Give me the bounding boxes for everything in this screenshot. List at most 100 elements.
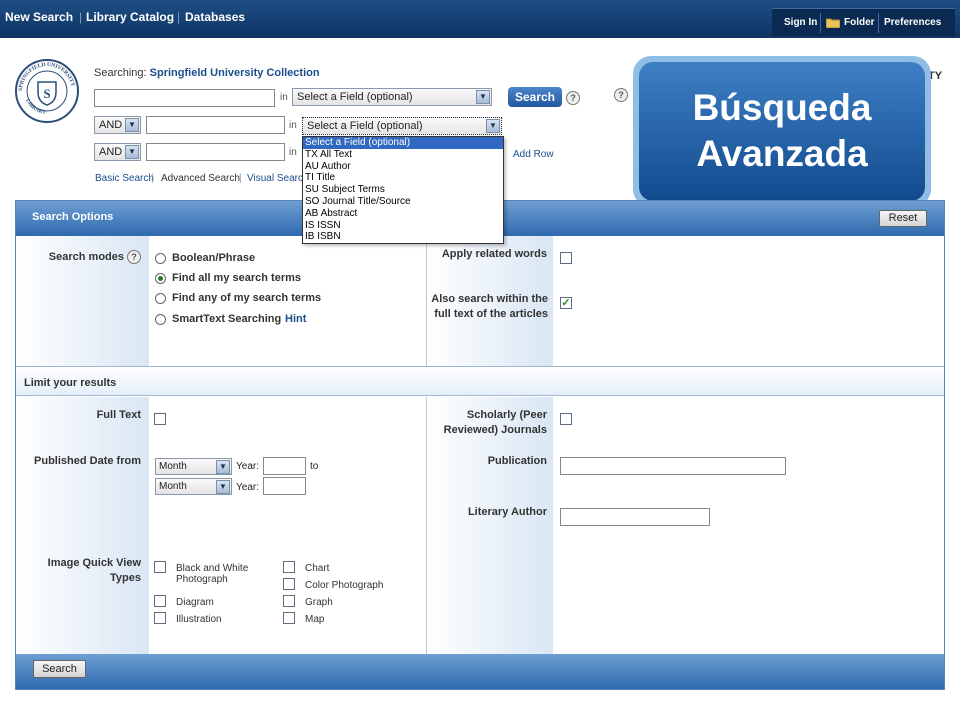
callout-title: Búsqueda Avanzada <box>639 62 925 201</box>
chevron-down-icon: ▼ <box>216 480 230 494</box>
folder-link[interactable]: Folder <box>844 17 875 28</box>
also-search-fulltext-checkbox[interactable] <box>560 297 572 309</box>
limit-results-title: Limit your results <box>24 377 117 389</box>
search-input-3[interactable] <box>146 143 285 161</box>
field-select-value: Select a Field (optional) <box>297 91 413 103</box>
mode-boolean-phrase[interactable]: Boolean/Phrase <box>172 252 255 264</box>
callout-line-1: Búsqueda <box>692 87 872 128</box>
sign-in-link[interactable]: Sign In <box>784 17 817 28</box>
chevron-down-icon: ▼ <box>476 90 490 104</box>
month-value: Month <box>159 481 187 492</box>
search-button[interactable]: Search <box>508 87 562 107</box>
radio-smarttext[interactable] <box>155 314 166 325</box>
basic-search-link[interactable]: Basic Search <box>95 173 154 184</box>
mode-find-any[interactable]: Find any of my search terms <box>172 292 321 304</box>
image-type-map-checkbox[interactable] <box>283 612 295 624</box>
apply-related-checkbox[interactable] <box>560 252 572 264</box>
dropdown-option-journal-title[interactable]: SO Journal Title/Source <box>303 196 503 208</box>
limit-results-header: Limit your results <box>16 366 944 396</box>
radio-boolean-phrase[interactable] <box>155 253 166 264</box>
published-date-label: Published Date from <box>34 455 141 467</box>
publication-label: Publication <box>487 455 547 467</box>
boolean-value: AND <box>99 146 123 158</box>
boolean-select-3[interactable]: AND ▼ <box>94 143 141 161</box>
also-search-label-line-1: Also search within the <box>431 293 548 305</box>
also-search-label: Also search within the full text of the … <box>428 292 548 322</box>
hint-link[interactable]: Hint <box>285 313 306 325</box>
month-value: Month <box>159 461 187 472</box>
radio-find-any[interactable] <box>155 293 166 304</box>
radio-find-all[interactable] <box>155 273 166 284</box>
nav-separator: | <box>79 10 83 24</box>
dropdown-option-all-text[interactable]: TX All Text <box>303 149 503 161</box>
image-type-color-photo-checkbox[interactable] <box>283 578 295 590</box>
searching-prefix: Searching: <box>94 67 147 79</box>
chevron-down-icon: ▼ <box>216 460 230 474</box>
image-type-illustration-checkbox[interactable] <box>154 612 166 624</box>
to-label: to <box>310 461 319 472</box>
dropdown-option-abstract[interactable]: AB Abstract <box>303 208 503 220</box>
boolean-value: AND <box>99 119 123 131</box>
dropdown-option-issn[interactable]: IS ISSN <box>303 220 503 232</box>
search-input-2[interactable] <box>146 116 285 134</box>
collection-name[interactable]: Springfield University Collection <box>150 67 320 79</box>
scholarly-checkbox[interactable] <box>560 413 572 425</box>
search-input-1[interactable] <box>94 89 275 107</box>
search-options-footer <box>16 654 944 689</box>
visual-search-link[interactable]: Visual Search <box>247 173 309 184</box>
chevron-down-icon: ▼ <box>125 118 139 132</box>
also-search-label-line-2: full text of the articles <box>434 308 548 320</box>
image-type-color-photo-label: Color Photograph <box>305 580 384 591</box>
user-tools: Sign In Folder Preferences <box>772 8 955 36</box>
image-type-chart-label: Chart <box>305 563 330 574</box>
add-row-link[interactable]: Add Row <box>513 149 554 160</box>
mode-smarttext[interactable]: SmartText Searching <box>172 313 281 325</box>
image-type-graph-checkbox[interactable] <box>283 595 295 607</box>
reset-button[interactable]: Reset <box>879 210 927 227</box>
limits-left-label-column <box>16 397 149 654</box>
image-type-diagram-checkbox[interactable] <box>154 595 166 607</box>
help-icon[interactable]: ? <box>614 88 628 102</box>
in-label: in <box>280 92 288 103</box>
field-select-value: Select a Field (optional) <box>307 120 423 132</box>
published-year-to[interactable] <box>263 477 306 495</box>
published-month-to[interactable]: Month ▼ <box>155 478 232 495</box>
searching-label: Searching: Springfield University Collec… <box>94 67 320 79</box>
boolean-select-2[interactable]: AND ▼ <box>94 116 141 134</box>
svg-text:S: S <box>43 86 50 101</box>
callout-line-2: Avanzada <box>696 133 868 174</box>
dropdown-option-isbn[interactable]: IB ISBN <box>303 231 503 243</box>
dropdown-option-author[interactable]: AU Author <box>303 161 503 173</box>
published-year-from[interactable] <box>263 457 306 475</box>
scholarly-label-line-2: Reviewed) Journals <box>443 424 547 436</box>
nav-databases[interactable]: Databases <box>185 10 245 24</box>
nav-library-catalog[interactable]: Library Catalog <box>86 10 174 24</box>
in-label: in <box>289 147 297 158</box>
full-text-checkbox[interactable] <box>154 413 166 425</box>
image-type-map-label: Map <box>305 614 325 625</box>
image-quick-view-label-line-2: Types <box>110 572 141 584</box>
scholarly-label-line-1: Scholarly (Peer <box>466 409 547 421</box>
image-type-illustration-label: Illustration <box>176 614 222 625</box>
mode-find-all[interactable]: Find all my search terms <box>172 272 301 284</box>
footer-search-button[interactable]: Search <box>33 660 86 678</box>
dropdown-option-subject-terms[interactable]: SU Subject Terms <box>303 184 503 196</box>
year-label: Year: <box>236 482 259 493</box>
field-select-2[interactable]: Select a Field (optional) ▼ <box>302 117 502 135</box>
advanced-search-link[interactable]: Advanced Search <box>161 173 240 184</box>
image-type-graph-label: Graph <box>305 597 333 608</box>
publication-input[interactable] <box>560 457 786 475</box>
help-icon[interactable]: ? <box>127 250 141 264</box>
year-label: Year: <box>236 461 259 472</box>
bw-label-line-2: Photograph <box>176 574 228 585</box>
field-select-1[interactable]: Select a Field (optional) ▼ <box>292 88 492 106</box>
help-icon[interactable]: ? <box>566 91 580 105</box>
image-type-chart-checkbox[interactable] <box>283 561 295 573</box>
preferences-link[interactable]: Preferences <box>884 17 941 28</box>
literary-author-input[interactable] <box>560 508 710 526</box>
dropdown-option-select-field[interactable]: Select a Field (optional) <box>303 137 503 149</box>
nav-new-search[interactable]: New Search <box>5 10 73 24</box>
published-month-from[interactable]: Month ▼ <box>155 458 232 475</box>
image-type-bw-photo-checkbox[interactable] <box>154 561 166 573</box>
dropdown-option-title[interactable]: TI Title <box>303 172 503 184</box>
